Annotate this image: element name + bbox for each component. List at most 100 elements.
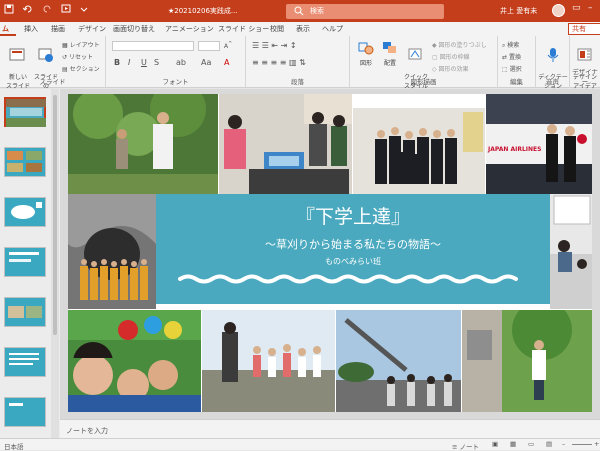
bullets-icon[interactable]: ☰ ☰ ⇤ ⇥ ↕: [252, 41, 297, 50]
editing-group-label: 編集: [510, 78, 523, 86]
reading-view-icon[interactable]: ▭: [528, 440, 534, 448]
slide[interactable]: JAPAN AIRLINES 『下学上達』 ～草刈りから始まる私たちの物語～ も…: [68, 94, 592, 412]
document-title: ★20210206実践成...: [168, 7, 238, 15]
editing-group: ⌕ 検索 ⇄ 置換 ⬚ 選択 編集: [498, 36, 536, 88]
paragraph-group: ☰ ☰ ⇤ ⇥ ↕ ≡ ≡ ≡ ≡ ▥ ⇅ 段落: [246, 36, 350, 88]
microphone-icon: [547, 48, 559, 62]
tab-insert[interactable]: 挿入: [24, 24, 38, 34]
user-name[interactable]: 井上 愛有未: [500, 6, 537, 16]
avatar[interactable]: [552, 4, 565, 17]
shape-fill-button[interactable]: ◆ 図形の塗りつぶし: [432, 40, 487, 49]
quick-access-toolbar: [4, 4, 88, 16]
change-case-icon[interactable]: Aa: [201, 58, 211, 67]
tab-slideshow[interactable]: スライド ショー: [218, 24, 269, 34]
find-button[interactable]: ⌕ 検索: [502, 40, 519, 50]
new-slide-icon: [9, 48, 25, 61]
tab-transitions[interactable]: 画面切り替え: [113, 24, 155, 34]
align-icons[interactable]: ≡ ≡ ≡ ≡ ▥ ⇅: [252, 58, 306, 67]
normal-view-icon[interactable]: ▣: [492, 440, 498, 448]
status-bar: 日本語 ≡ ノート ▣ ▦ ▭ ▤ – +: [0, 438, 600, 451]
drawing-group-label: 図形描画: [410, 78, 437, 86]
reset-button[interactable]: ↺ リセット: [62, 52, 93, 61]
slide-thumbnail[interactable]: [4, 247, 46, 277]
photo-airline[interactable]: JAPAN AIRLINES: [486, 94, 592, 194]
slideshow-view-icon[interactable]: ▤: [546, 440, 552, 448]
slide-thumbnail[interactable]: [4, 297, 46, 327]
photo-cave[interactable]: [68, 194, 156, 309]
tab-help[interactable]: ヘルプ: [322, 24, 343, 34]
tab-animations[interactable]: アニメーション: [165, 24, 214, 34]
designer-group-label: デザイナー: [572, 68, 598, 86]
font-color-button[interactable]: A: [224, 58, 229, 67]
font-grow-icon[interactable]: A^: [224, 41, 232, 50]
shapes-button[interactable]: 図形: [356, 40, 376, 67]
scrollbar-thumb[interactable]: [53, 95, 57, 335]
thumbnail-scrollbar[interactable]: [51, 89, 59, 439]
font-size-box[interactable]: [198, 41, 220, 51]
tab-review[interactable]: 校閲: [270, 24, 284, 34]
slide-thumbnail[interactable]: [4, 147, 46, 177]
designer-group: デザイン アイデア デザイナー: [570, 36, 600, 90]
section-button[interactable]: ▤ セクション: [62, 64, 100, 73]
voice-group-label: 音声: [546, 78, 559, 86]
search-icon: [294, 6, 304, 22]
tab-draw[interactable]: 描画: [51, 24, 65, 34]
title-banner[interactable]: 『下学上達』 ～草刈りから始まる私たちの物語～ ものべみらい班: [156, 194, 550, 304]
share-button[interactable]: 共有: [568, 23, 600, 35]
replace-icon: ⇄: [502, 54, 508, 61]
redo-icon[interactable]: [42, 4, 52, 16]
tab-design[interactable]: デザイン: [78, 24, 106, 34]
photo-group-suits[interactable]: [353, 94, 485, 194]
photo-forest-people[interactable]: [68, 94, 218, 194]
tab-view[interactable]: 表示: [296, 24, 310, 34]
shape-outline-button[interactable]: ▢ 図形の枠線: [432, 52, 470, 61]
zoom-slider[interactable]: [572, 444, 592, 445]
slide-thumbnail[interactable]: [4, 347, 46, 377]
select-button[interactable]: ⬚ 選択: [502, 64, 522, 73]
arrange-button[interactable]: 配置: [380, 40, 400, 67]
photo-meeting[interactable]: [550, 194, 592, 309]
font-group-label: フォント: [162, 78, 189, 86]
title-bar: ★20210206実践成... 検索 井上 愛有未 ▭ –: [0, 0, 600, 22]
photo-grass-cutting[interactable]: [462, 310, 592, 412]
notes-pane[interactable]: ノートを入力: [60, 419, 600, 438]
slide-subtitle: ～草刈りから始まる私たちの物語～: [265, 238, 441, 251]
design-ideas-icon: [577, 48, 592, 61]
voice-group: ディクテー ション 音声: [536, 36, 570, 90]
notes-placeholder: ノートを入力: [66, 427, 108, 435]
tab-home[interactable]: ム: [2, 24, 9, 34]
slide-thumbnail[interactable]: [4, 397, 46, 427]
photo-classroom[interactable]: [219, 94, 352, 194]
undo-icon[interactable]: [22, 4, 33, 16]
spacing-icon[interactable]: ab: [176, 58, 186, 67]
slide-sorter-icon[interactable]: ▦: [510, 440, 516, 448]
slides-group-label: スライド: [39, 78, 66, 86]
layout-button[interactable]: ▦ レイアウト: [62, 40, 100, 49]
start-from-beginning-icon[interactable]: [61, 4, 71, 16]
photo-outdoor-group[interactable]: [202, 310, 335, 412]
font-name-box[interactable]: [112, 41, 194, 51]
slide-thumbnail-panel: [0, 89, 60, 439]
zoom-out-icon[interactable]: –: [562, 440, 565, 448]
photo-bridge[interactable]: [336, 310, 461, 412]
minimize-icon[interactable]: –: [588, 3, 593, 13]
strikethrough-button[interactable]: S: [154, 58, 159, 67]
slide-thumbnail[interactable]: [4, 197, 46, 227]
ribbon-display-icon[interactable]: ▭: [572, 3, 581, 13]
ribbon-tabs: ム 挿入 描画 デザイン 画面切り替え アニメーション スライド ショー 校閲 …: [0, 22, 600, 36]
underline-button[interactable]: U: [141, 58, 147, 67]
photo-students-selfie[interactable]: [68, 310, 201, 412]
slide-canvas: JAPAN AIRLINES 『下学上達』 ～草刈りから始まる私たちの物語～ も…: [60, 89, 600, 419]
search-box[interactable]: 検索: [286, 4, 444, 19]
select-icon: ⬚: [502, 66, 508, 73]
zoom-in-icon[interactable]: +: [594, 440, 599, 448]
search-label: 検索: [310, 7, 324, 15]
italic-button[interactable]: I: [128, 58, 130, 67]
replace-button[interactable]: ⇄ 置換: [502, 52, 521, 61]
slide-thumbnail[interactable]: [4, 97, 46, 127]
save-icon[interactable]: [4, 4, 14, 16]
bold-button[interactable]: B: [114, 58, 120, 67]
shape-effects-button[interactable]: ◇ 図形の効果: [432, 64, 469, 73]
customize-qat-icon[interactable]: [80, 5, 88, 15]
drawing-group: 図形 配置 クイック スタイル ◆ 図形の塗りつぶし ▢ 図形の枠線 ◇ 図形の…: [350, 36, 498, 90]
